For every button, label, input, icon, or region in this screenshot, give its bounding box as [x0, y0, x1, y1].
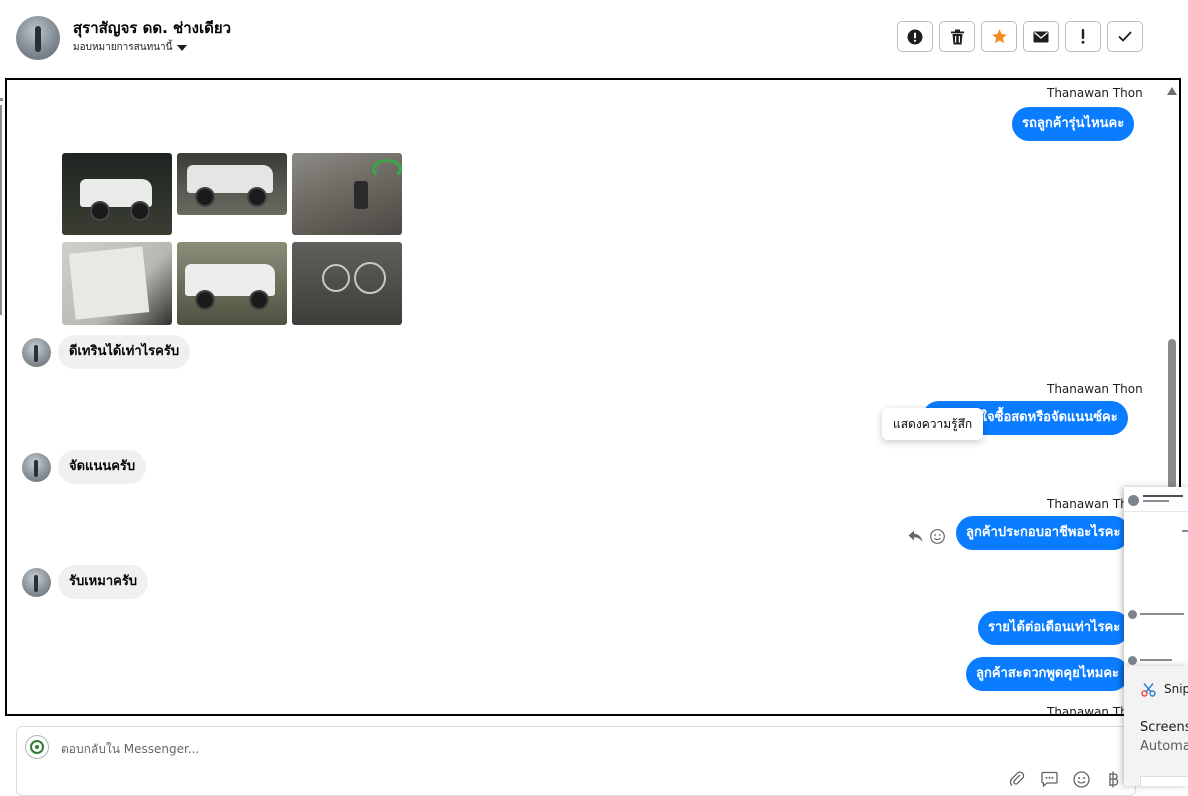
- conversation-header: สุราสัญจร ดด. ช่างเดียว มอบหมายการสนทนาน…: [0, 0, 1188, 78]
- reply-input[interactable]: [61, 739, 961, 759]
- baht-payment-icon[interactable]: [1103, 769, 1123, 789]
- attachment-photo[interactable]: [177, 153, 287, 215]
- incoming-message[interactable]: รับเหมาครับ: [58, 565, 149, 599]
- mark-unread-button[interactable]: [1023, 21, 1059, 52]
- outgoing-message[interactable]: รถลูกค้ารุ่นไหนคะ: [1012, 107, 1135, 141]
- attachment-photo[interactable]: [62, 242, 172, 325]
- exclamation-icon: [1081, 29, 1085, 44]
- attachment-photo[interactable]: [292, 153, 402, 235]
- flag-button[interactable]: [1065, 21, 1101, 52]
- snipping-tool-notification[interactable]: Snip Screens Automa: [1124, 666, 1188, 786]
- contact-avatar[interactable]: [16, 16, 60, 60]
- react-smiley-icon[interactable]: [930, 529, 945, 544]
- outgoing-message[interactable]: ลูกค้าประกอบอาชีพอะไรคะ: [956, 516, 1131, 550]
- mark-done-button[interactable]: [1107, 21, 1143, 52]
- scissors-icon: [1141, 683, 1156, 697]
- attachment-photo[interactable]: [292, 242, 402, 325]
- snip-action-button[interactable]: [1140, 776, 1188, 786]
- photo-attachment-grid: [62, 153, 404, 325]
- reply-icon[interactable]: [908, 530, 923, 543]
- sender-name: Thanawan Tho: [1047, 497, 1136, 511]
- assign-conversation-label: มอบหมายการสนทนานี้: [73, 42, 173, 53]
- page-logo: [25, 735, 49, 759]
- left-edge-marker: [0, 98, 3, 101]
- left-panel-edge: [0, 105, 2, 315]
- contact-avatar[interactable]: [22, 568, 51, 597]
- react-tooltip: แสดงความรู้สึก: [882, 408, 984, 440]
- attachment-photo[interactable]: [62, 153, 172, 235]
- contact-avatar[interactable]: [22, 453, 51, 482]
- incoming-message[interactable]: ดีเทรินได้เท่าไรครับ: [58, 335, 191, 369]
- scroll-up-arrow-icon[interactable]: [1167, 87, 1177, 95]
- paperclip-icon[interactable]: [1007, 769, 1027, 789]
- saved-reply-icon[interactable]: [1039, 769, 1059, 789]
- contact-name[interactable]: สุราสัญจร ดด. ช่างเดียว: [73, 16, 231, 40]
- contact-avatar[interactable]: [22, 338, 51, 367]
- outgoing-message[interactable]: ลูกค้าสะดวกพูดคุยไหมคะ: [966, 657, 1130, 691]
- attachment-photo[interactable]: [177, 242, 287, 325]
- scrollbar-thumb[interactable]: [1168, 339, 1176, 489]
- mark-spam-button[interactable]: [897, 21, 933, 52]
- snip-subtext: Automa: [1140, 739, 1188, 754]
- caret-down-icon: [177, 44, 188, 51]
- star-icon: [991, 29, 1007, 44]
- alert-circle-icon: [907, 29, 923, 44]
- snip-heading: Screens: [1140, 720, 1188, 735]
- conversation-preview-thumbnail[interactable]: [1124, 487, 1188, 687]
- check-icon: [1118, 31, 1132, 42]
- message-hover-tools: [908, 529, 945, 544]
- conversation-actions: [897, 21, 1143, 52]
- outgoing-message[interactable]: รายได้ต่อเดือนเท่าไรคะ: [978, 611, 1131, 645]
- sender-name: Thanawan Thon: [1047, 382, 1143, 396]
- trash-icon: [950, 29, 964, 44]
- snip-app-title: Snip: [1164, 682, 1188, 696]
- assign-conversation-dropdown[interactable]: มอบหมายการสนทนานี้: [73, 40, 188, 55]
- sender-name: Thanawan Thon: [1047, 86, 1143, 100]
- incoming-message[interactable]: จัดแนนครับ: [58, 450, 147, 484]
- composer-toolbar: [1007, 769, 1123, 789]
- message-thread[interactable]: Thanawan Thon รถลูกค้ารุ่นไหนคะ ดีเทรินไ…: [5, 78, 1181, 716]
- star-button[interactable]: [981, 21, 1017, 52]
- envelope-icon: [1033, 31, 1049, 42]
- delete-button[interactable]: [939, 21, 975, 52]
- emoji-icon[interactable]: [1071, 769, 1091, 789]
